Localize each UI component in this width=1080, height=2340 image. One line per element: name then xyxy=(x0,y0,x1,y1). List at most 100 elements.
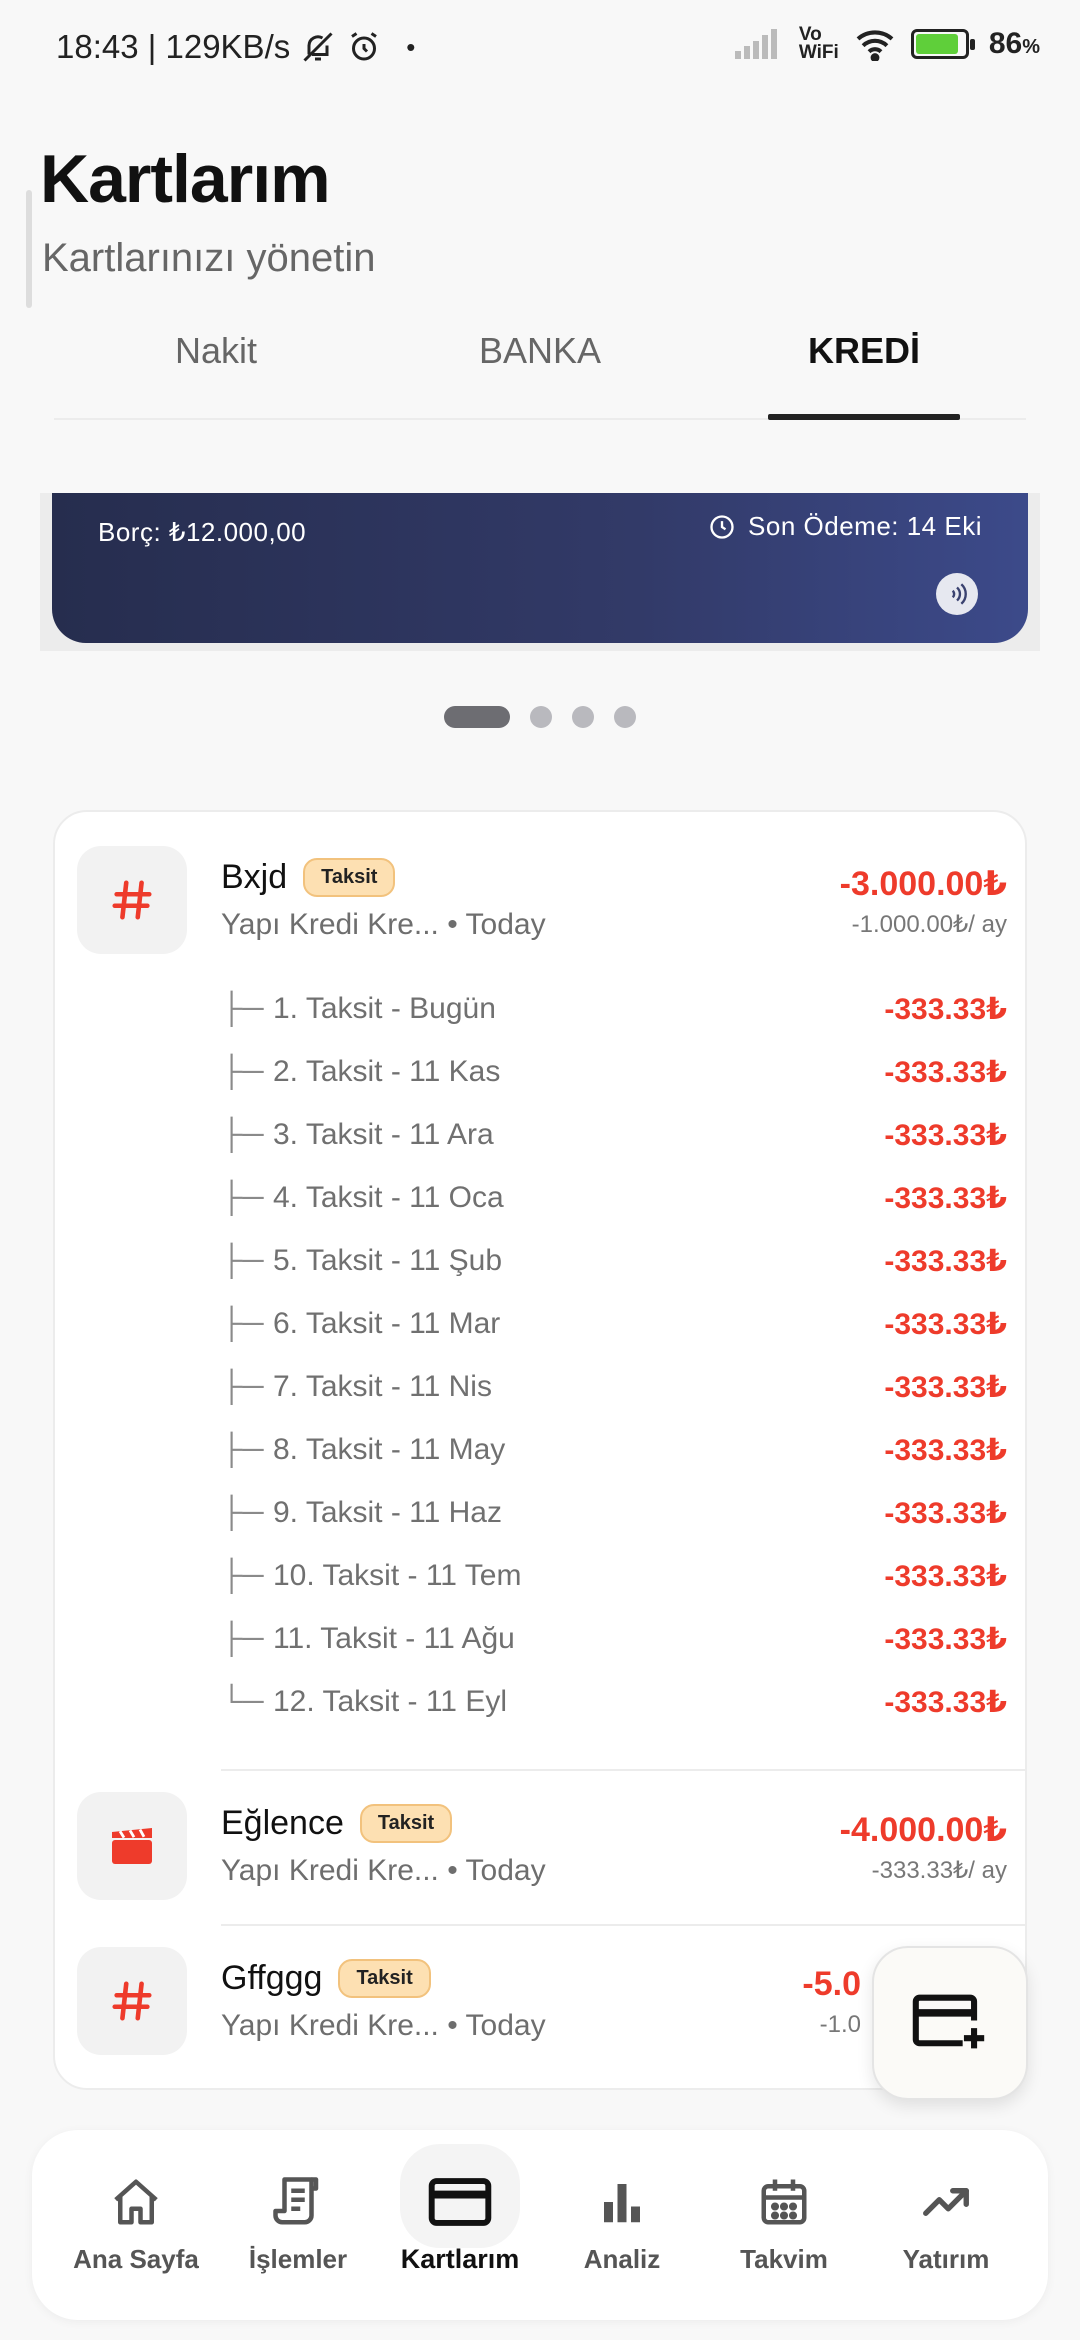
credit-card-icon xyxy=(428,2170,492,2234)
status-left: 18:43 | 129KB/s • xyxy=(56,28,415,66)
credit-card[interactable]: Borç: ₺12.000,00 Son Ödeme: 14 Eki xyxy=(52,493,1028,643)
transaction-name: Eğlence xyxy=(221,1804,344,1842)
clapperboard-icon xyxy=(77,1792,187,1900)
transactions-panel: Bxjd Taksit Yapı Kredi Kre... • Today -3… xyxy=(53,810,1027,2090)
carousel-dot[interactable] xyxy=(444,706,510,728)
nav-cards[interactable]: Kartlarım xyxy=(380,2130,540,2320)
installment-row: └─ 12. Taksit - 11 Eyl -333.33₺ xyxy=(221,1685,1007,1745)
carousel-dot[interactable] xyxy=(614,706,636,728)
installment-label: 8. Taksit - 11 May xyxy=(273,1433,506,1466)
page-subtitle: Kartlarınızı yönetin xyxy=(42,236,376,280)
battery-icon xyxy=(910,29,975,59)
installment-amount: -333.33₺ xyxy=(884,1560,1007,1593)
add-card-icon xyxy=(912,1994,985,2049)
clock-icon xyxy=(710,514,734,539)
installment-label: 9. Taksit - 11 Haz xyxy=(273,1496,502,1529)
nav-label: Ana Sayfa xyxy=(73,2244,199,2274)
installment-amount: -333.33₺ xyxy=(884,1497,1007,1530)
nav-home[interactable]: Ana Sayfa xyxy=(56,2130,216,2320)
installment-row: ├─ 2. Taksit - 11 Kas -333.33₺ xyxy=(221,1055,1007,1115)
installment-amount: -333.33₺ xyxy=(884,1056,1007,1089)
installment-row: ├─ 3. Taksit - 11 Ara -333.33₺ xyxy=(221,1118,1007,1178)
installment-label: 7. Taksit - 11 Nis xyxy=(273,1370,492,1403)
transaction-name: Bxjd xyxy=(221,858,288,896)
card-carousel[interactable]: Borç: ₺12.000,00 Son Ödeme: 14 Eki xyxy=(40,493,1040,651)
trending-up-icon xyxy=(914,2170,978,2234)
calendar-icon xyxy=(752,2170,816,2234)
transaction-amount: -3.000.00₺ xyxy=(839,865,1007,903)
contactless-icon xyxy=(936,573,978,615)
receipt-icon xyxy=(266,2170,330,2234)
card-due-date: Son Ödeme: 14 Eki xyxy=(708,511,982,542)
installment-row: ├─ 5. Taksit - 11 Şub -333.33₺ xyxy=(221,1244,1007,1304)
installment-amount: -333.33₺ xyxy=(884,1371,1007,1404)
vowifi-label: Vo WiFi xyxy=(798,25,839,63)
nav-investment[interactable]: Yatırım xyxy=(866,2130,1026,2320)
tree-connector: ├─ xyxy=(221,1622,264,1655)
nav-transactions[interactable]: İşlemler xyxy=(218,2130,378,2320)
carousel-dot[interactable] xyxy=(530,706,552,728)
installment-row: ├─ 4. Taksit - 11 Oca -333.33₺ xyxy=(221,1181,1007,1241)
nav-analysis[interactable]: Analiz xyxy=(542,2130,702,2320)
tree-connector: ├─ xyxy=(221,992,264,1025)
tree-connector: ├─ xyxy=(221,1244,264,1277)
transaction-monthly: -1.0 xyxy=(819,2011,861,2038)
scroll-indicator xyxy=(26,190,32,308)
installment-row: ├─ 7. Taksit - 11 Nis -333.33₺ xyxy=(221,1370,1007,1430)
installment-label: 2. Taksit - 11 Kas xyxy=(273,1055,501,1088)
home-icon xyxy=(104,2170,168,2234)
transaction-subtitle: Yapı Kredi Kre... • Today xyxy=(221,908,546,941)
hash-icon xyxy=(77,1947,187,2055)
card-due-text: Son Ödeme: 14 Eki xyxy=(748,511,982,541)
status-dot: • xyxy=(406,31,416,62)
tree-connector: └─ xyxy=(221,1685,264,1718)
nav-calendar[interactable]: Takvim xyxy=(704,2130,864,2320)
tree-connector: ├─ xyxy=(221,1433,264,1466)
tree-connector: ├─ xyxy=(221,1496,264,1529)
installment-row: ├─ 6. Taksit - 11 Mar -333.33₺ xyxy=(221,1307,1007,1367)
card-debt: Borç: ₺12.000,00 xyxy=(98,517,307,547)
installment-label: 3. Taksit - 11 Ara xyxy=(273,1118,494,1151)
alarm-icon xyxy=(351,32,378,61)
installment-amount: -333.33₺ xyxy=(884,1434,1007,1467)
installment-amount: -333.33₺ xyxy=(884,1182,1007,1215)
installment-amount: -333.33₺ xyxy=(884,993,1007,1026)
transaction-item[interactable]: Bxjd Taksit Yapı Kredi Kre... • Today -3… xyxy=(55,812,1025,1452)
tree-connector: ├─ xyxy=(221,1370,264,1403)
tree-connector: ├─ xyxy=(221,1559,264,1592)
tab-kredi[interactable]: KREDİ xyxy=(702,310,1026,418)
transaction-monthly: -1.000.00₺/ ay xyxy=(851,911,1007,938)
signal-icon xyxy=(734,29,777,59)
tab-nakit[interactable]: Nakit xyxy=(54,310,378,418)
nav-label: Takvim xyxy=(740,2244,828,2274)
installment-label: 12. Taksit - 11 Eyl xyxy=(273,1685,507,1718)
transaction-name-row: Eğlence Taksit xyxy=(221,1804,453,1843)
taksit-badge: Taksit xyxy=(303,858,396,897)
installment-label: 1. Taksit - Bugün xyxy=(273,992,496,1025)
vowifi-bottom: WiFi xyxy=(798,42,839,63)
installment-amount: -333.33₺ xyxy=(884,1623,1007,1656)
tree-connector: ├─ xyxy=(221,1307,264,1340)
installment-row: ├─ 11. Taksit - 11 Ağu -333.33₺ xyxy=(221,1622,1007,1682)
transaction-name-row: Bxjd Taksit xyxy=(221,858,396,897)
carousel-indicator xyxy=(0,706,1080,728)
bar-chart-icon xyxy=(590,2170,654,2234)
tree-connector: ├─ xyxy=(221,1181,264,1214)
transaction-subtitle: Yapı Kredi Kre... • Today xyxy=(221,2009,546,2042)
tree-connector: ├─ xyxy=(221,1055,264,1088)
installment-label: 10. Taksit - 11 Tem xyxy=(273,1559,522,1592)
carousel-dot[interactable] xyxy=(572,706,594,728)
mute-bell-icon xyxy=(303,32,333,62)
transaction-monthly: -333.33₺/ ay xyxy=(871,1857,1007,1884)
add-card-button[interactable] xyxy=(872,1946,1028,2100)
transaction-name-row: Gffggg Taksit xyxy=(221,1959,431,1998)
transaction-item[interactable]: Eğlence Taksit Yapı Kredi Kre... • Today… xyxy=(55,1770,1025,1924)
status-time-speed: 18:43 | 129KB/s xyxy=(56,28,291,65)
wifi-icon xyxy=(856,30,894,61)
taksit-badge: Taksit xyxy=(338,1959,431,1998)
tab-banka[interactable]: BANKA xyxy=(378,310,702,418)
card-type-tabs: Nakit BANKA KREDİ xyxy=(54,310,1026,420)
installment-row: ├─ 10. Taksit - 11 Tem -333.33₺ xyxy=(221,1559,1007,1619)
status-bar: 18:43 | 129KB/s • Vo WiFi 86% xyxy=(0,0,1080,96)
installment-label: 6. Taksit - 11 Mar xyxy=(273,1307,501,1340)
